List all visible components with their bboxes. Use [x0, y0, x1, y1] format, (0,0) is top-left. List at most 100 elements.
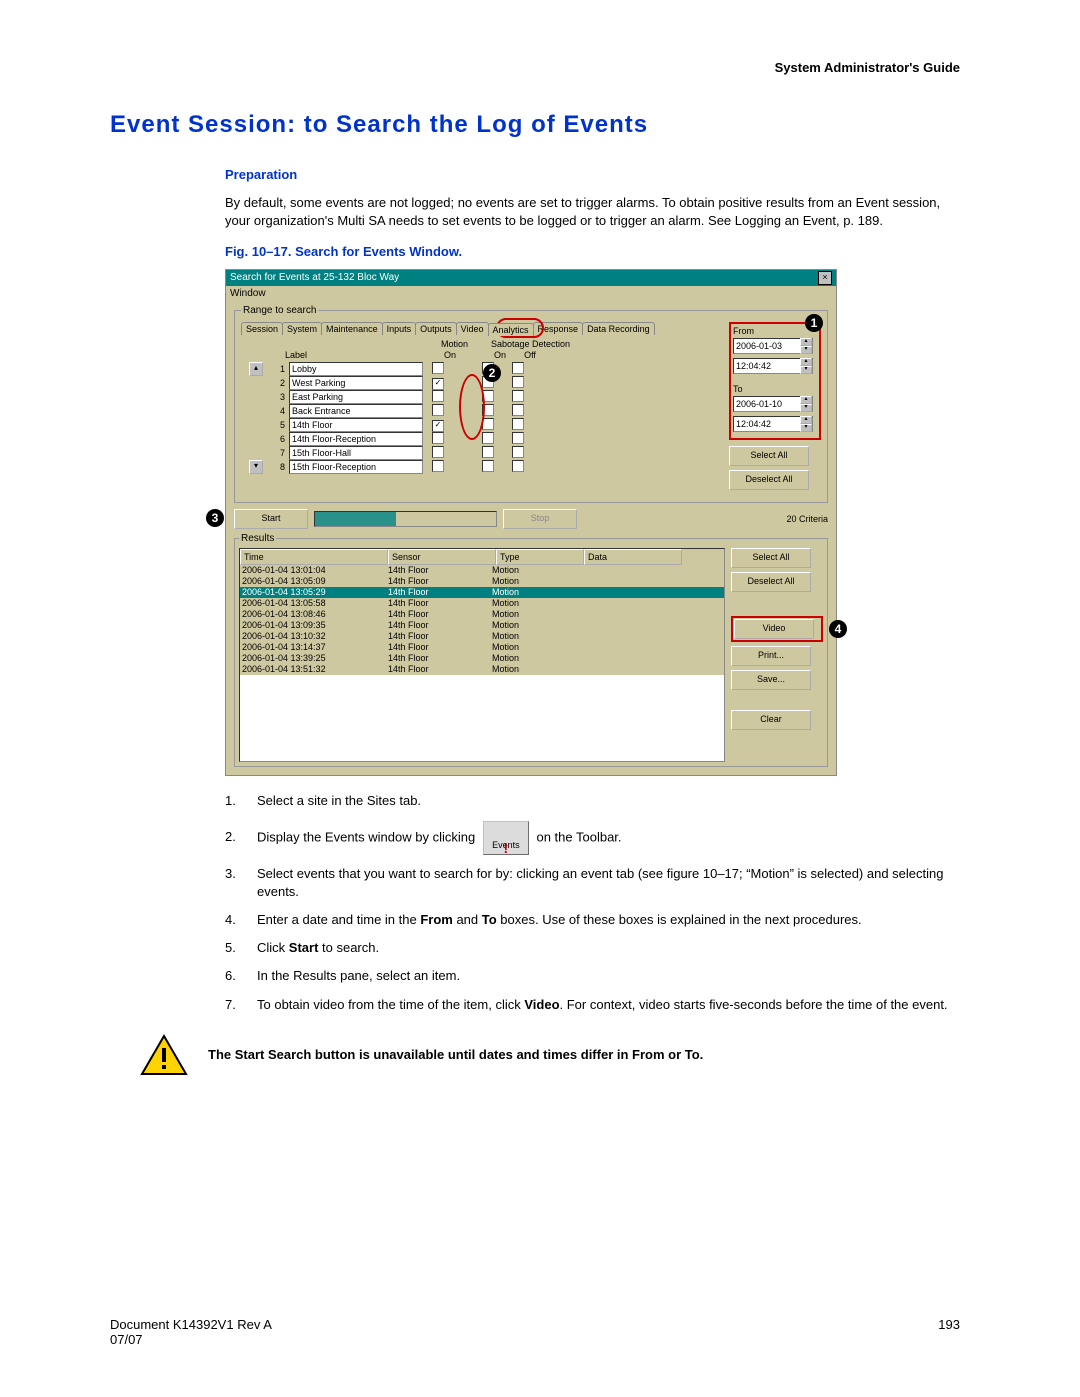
video-button[interactable]: Video [734, 619, 814, 639]
select-all-button[interactable]: Select All [729, 446, 809, 466]
result-row[interactable]: 2006-01-04 13:10:3214th FloorMotion [240, 631, 724, 642]
page-footer: Document K14392V1 Rev A 07/07 193 [110, 1317, 960, 1347]
sabotage-off-checkbox[interactable] [512, 390, 524, 402]
save-button[interactable]: Save... [731, 670, 811, 690]
camera-row: 1Lobby [241, 362, 723, 376]
sabotage-on-checkbox[interactable] [482, 446, 494, 458]
camera-label[interactable]: 15th Floor-Hall [289, 446, 423, 460]
results-legend: Results [239, 533, 276, 544]
menu-window[interactable]: Window [226, 286, 836, 301]
col-on: On [435, 350, 465, 360]
from-date-input[interactable]: 2006-01-03▴▾ [733, 338, 813, 354]
result-row[interactable]: 2006-01-04 13:05:5814th FloorMotion [240, 598, 724, 609]
warning-icon [140, 1034, 188, 1076]
spin-up-icon[interactable]: ▴ [800, 338, 812, 346]
result-row[interactable]: 2006-01-04 13:05:0914th FloorMotion [240, 576, 724, 587]
result-row[interactable]: 2006-01-04 13:05:2914th FloorMotion [240, 587, 724, 598]
step-5: 5. Click Start to search. [225, 939, 960, 957]
motion-checkbox[interactable] [432, 432, 444, 444]
scroll-up-icon[interactable]: ▴ [249, 362, 263, 376]
tab-video[interactable]: Video [456, 322, 489, 335]
print-button[interactable]: Print... [731, 646, 811, 666]
camera-label[interactable]: 14th Floor-Reception [289, 432, 423, 446]
tab-outputs[interactable]: Outputs [415, 322, 457, 335]
row-num: 4 [269, 406, 285, 416]
from-time-input[interactable]: 12:04:42▴▾ [733, 358, 813, 374]
sabotage-off-checkbox[interactable] [512, 446, 524, 458]
sabotage-off-checkbox[interactable] [512, 432, 524, 444]
results-select-all-button[interactable]: Select All [731, 548, 811, 568]
col-data[interactable]: Data [584, 549, 682, 565]
sabotage-off-checkbox[interactable] [512, 362, 524, 374]
camera-label[interactable]: East Parking [289, 390, 423, 404]
spin-down-icon[interactable]: ▾ [800, 366, 812, 374]
subcol-motion: Motion [441, 339, 491, 349]
camera-label[interactable]: 15th Floor-Reception [289, 460, 423, 474]
close-icon[interactable]: × [818, 271, 832, 285]
result-row[interactable]: 2006-01-04 13:08:4614th FloorMotion [240, 609, 724, 620]
motion-checkbox[interactable] [432, 390, 444, 402]
step-3: 3. Select events that you want to search… [225, 865, 960, 901]
page-number: 193 [938, 1317, 960, 1347]
motion-checkbox[interactable] [432, 404, 444, 416]
sabotage-off-checkbox[interactable] [512, 418, 524, 430]
motion-checkbox[interactable] [432, 362, 444, 374]
col-sensor[interactable]: Sensor [388, 549, 496, 565]
to-time-input[interactable]: 12:04:42▴▾ [733, 416, 813, 432]
camera-row: 715th Floor-Hall [241, 446, 723, 460]
col-on2: On [485, 350, 515, 360]
sabotage-off-checkbox[interactable] [512, 460, 524, 472]
camera-row: 614th Floor-Reception [241, 432, 723, 446]
step-6: 6. In the Results pane, select an item. [225, 967, 960, 985]
tab-system[interactable]: System [282, 322, 322, 335]
motion-checkbox[interactable] [432, 446, 444, 458]
row-num: 5 [269, 420, 285, 430]
motion-checkbox[interactable]: ✓ [432, 378, 444, 390]
result-row[interactable]: 2006-01-04 13:01:0414th FloorMotion [240, 565, 724, 576]
criteria-count: 20 Criteria [758, 514, 828, 524]
tab-data-recording[interactable]: Data Recording [582, 322, 655, 335]
tab-session[interactable]: Session [241, 322, 283, 335]
sabotage-on-checkbox[interactable] [482, 432, 494, 444]
col-time[interactable]: Time [240, 549, 388, 565]
step-4: 4. Enter a date and time in the From and… [225, 911, 960, 929]
camera-label[interactable]: Back Entrance [289, 404, 423, 418]
sabotage-off-checkbox[interactable] [512, 404, 524, 416]
result-row[interactable]: 2006-01-04 13:09:3514th FloorMotion [240, 620, 724, 631]
results-deselect-all-button[interactable]: Deselect All [731, 572, 811, 592]
result-row[interactable]: 2006-01-04 13:51:3214th FloorMotion [240, 664, 724, 675]
sabotage-off-checkbox[interactable] [512, 376, 524, 388]
start-button[interactable]: Start [234, 509, 308, 529]
result-row[interactable]: 2006-01-04 13:14:3714th FloorMotion [240, 642, 724, 653]
result-row[interactable]: 2006-01-04 13:39:2514th FloorMotion [240, 653, 724, 664]
clear-button[interactable]: Clear [731, 710, 811, 730]
stop-button[interactable]: Stop [503, 509, 577, 529]
deselect-all-button[interactable]: Deselect All [729, 470, 809, 490]
spin-up-icon[interactable]: ▴ [800, 358, 812, 366]
row-num: 2 [269, 378, 285, 388]
scroll-down-icon[interactable]: ▾ [249, 460, 263, 474]
spin-down-icon[interactable]: ▾ [800, 424, 812, 432]
events-toolbar-button[interactable]: Events [483, 821, 529, 855]
col-off: Off [515, 350, 545, 360]
tab-maintenance[interactable]: Maintenance [321, 322, 383, 335]
from-label: From [733, 326, 817, 336]
to-label: To [733, 384, 817, 394]
spin-up-icon[interactable]: ▴ [800, 396, 812, 404]
camera-label[interactable]: West Parking [289, 376, 423, 390]
step-2: 2. Display the Events window by clicking… [225, 821, 960, 855]
to-date-input[interactable]: 2006-01-10▴▾ [733, 396, 813, 412]
callout-3: 3 [206, 509, 224, 527]
camera-label[interactable]: 14th Floor [289, 418, 423, 432]
tab-analytics[interactable]: Analytics [488, 323, 534, 336]
tab-inputs[interactable]: Inputs [382, 322, 417, 335]
motion-checkbox[interactable] [432, 460, 444, 472]
spin-down-icon[interactable]: ▾ [800, 404, 812, 412]
sabotage-on-checkbox[interactable] [482, 460, 494, 472]
col-type[interactable]: Type [496, 549, 584, 565]
progress-bar [314, 511, 497, 527]
camera-label[interactable]: Lobby [289, 362, 423, 376]
spin-up-icon[interactable]: ▴ [800, 416, 812, 424]
spin-down-icon[interactable]: ▾ [800, 346, 812, 354]
motion-checkbox[interactable]: ✓ [432, 420, 444, 432]
